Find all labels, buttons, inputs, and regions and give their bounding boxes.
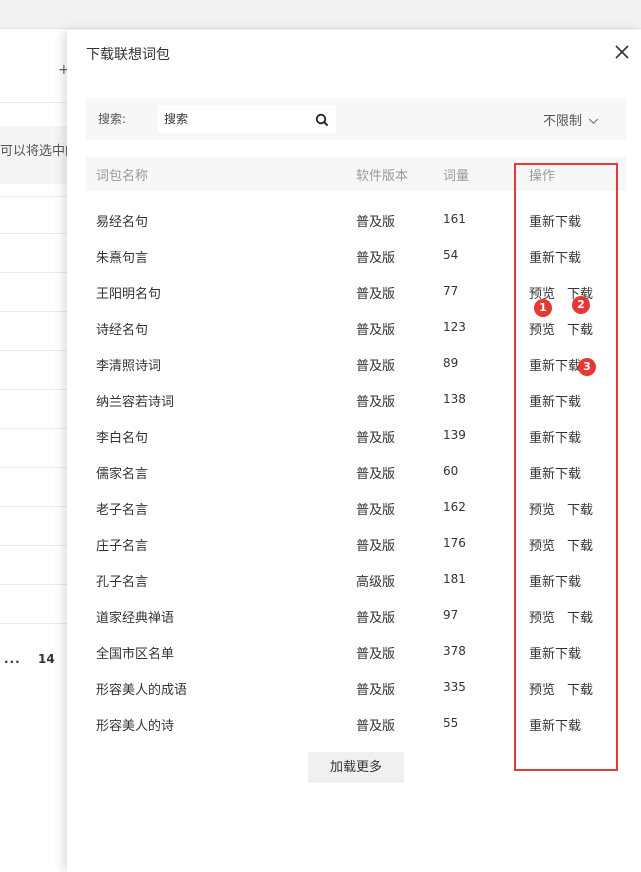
background-divider — [0, 350, 70, 351]
dict-name: 朱熹句言 — [96, 251, 149, 266]
word-count: 181 — [443, 572, 466, 586]
close-icon[interactable] — [612, 42, 632, 62]
annotation-highlight-box — [514, 163, 618, 771]
background-divider — [0, 545, 70, 546]
software-version: 普及版 — [356, 611, 396, 626]
background-divider — [0, 233, 70, 234]
background-hint-text: 可以将选中的 — [0, 144, 70, 159]
background-divider — [0, 467, 70, 468]
dict-name: 全国市区名单 — [96, 647, 175, 662]
background-divider — [0, 623, 70, 624]
word-count: 138 — [443, 392, 466, 406]
word-count: 97 — [443, 608, 459, 622]
software-version: 普及版 — [356, 683, 396, 698]
background-top-bar — [0, 0, 641, 29]
dict-name: 形容美人的诗 — [96, 719, 175, 734]
column-header-name: 词包名称 — [96, 169, 149, 184]
word-count: 60 — [443, 464, 459, 478]
dict-name: 形容美人的成语 — [96, 683, 188, 698]
word-count: 89 — [443, 356, 459, 370]
software-version: 普及版 — [356, 251, 396, 266]
software-version: 普及版 — [356, 215, 396, 230]
column-header-count: 词量 — [443, 169, 470, 184]
dict-name: 庄子名言 — [96, 539, 149, 554]
background-divider — [0, 428, 70, 429]
annotation-marker-1: 1 — [534, 299, 552, 317]
annotation-marker-2: 2 — [572, 296, 590, 314]
load-more-button[interactable]: 加载更多 — [308, 752, 404, 783]
search-bar: 搜索: 不限制 — [86, 98, 626, 140]
dict-name: 儒家名言 — [96, 467, 149, 482]
word-count: 335 — [443, 680, 466, 694]
software-version: 普及版 — [356, 431, 396, 446]
dict-name: 李清照诗词 — [96, 359, 162, 374]
software-version: 普及版 — [356, 359, 396, 374]
software-version: 普及版 — [356, 287, 396, 302]
dict-name: 李白名句 — [96, 431, 149, 446]
version-filter-value: 不限制 — [543, 114, 583, 129]
modal-title: 下载联想词包 — [86, 47, 170, 63]
dict-name: 王阳明名句 — [96, 287, 162, 302]
word-count: 54 — [443, 248, 459, 262]
software-version: 普及版 — [356, 539, 396, 554]
pager-page-14[interactable]: 14 — [38, 652, 55, 666]
search-icon[interactable] — [315, 112, 329, 127]
dict-name: 易经名句 — [96, 215, 149, 230]
word-count: 123 — [443, 320, 466, 334]
dict-name: 孔子名言 — [96, 575, 149, 590]
software-version: 高级版 — [356, 575, 396, 590]
background-divider — [0, 389, 70, 390]
software-version: 普及版 — [356, 719, 396, 734]
search-input[interactable] — [164, 109, 304, 129]
word-count: 176 — [443, 536, 466, 550]
background-divider — [0, 311, 70, 312]
download-dict-modal: 下载联想词包 搜索: 不限制 词包名称 软件版本 词量 操作 易经名句普及版16… — [67, 30, 641, 872]
annotation-marker-3: 3 — [578, 358, 596, 376]
word-count: 139 — [443, 428, 466, 442]
version-filter-select[interactable]: 不限制 — [543, 110, 599, 129]
software-version: 普及版 — [356, 467, 396, 482]
dict-name: 道家经典禅语 — [96, 611, 175, 626]
dict-name: 纳兰容若诗词 — [96, 395, 175, 410]
software-version: 普及版 — [356, 647, 396, 662]
word-count: 161 — [443, 212, 466, 226]
word-count: 378 — [443, 644, 466, 658]
software-version: 普及版 — [356, 395, 396, 410]
dict-name: 诗经名句 — [96, 323, 149, 338]
word-count: 55 — [443, 716, 459, 730]
background-divider — [0, 196, 70, 197]
search-label: 搜索: — [98, 112, 127, 126]
software-version: 普及版 — [356, 323, 396, 338]
background-divider — [0, 272, 70, 273]
search-box — [158, 105, 336, 133]
word-count: 77 — [443, 284, 459, 298]
pager-ellipsis: ... — [4, 652, 21, 666]
chevron-down-icon — [588, 114, 599, 129]
dict-name: 老子名言 — [96, 503, 149, 518]
background-divider — [0, 506, 70, 507]
column-header-version: 软件版本 — [356, 169, 409, 184]
software-version: 普及版 — [356, 503, 396, 518]
word-count: 162 — [443, 500, 466, 514]
background-divider — [0, 584, 70, 585]
